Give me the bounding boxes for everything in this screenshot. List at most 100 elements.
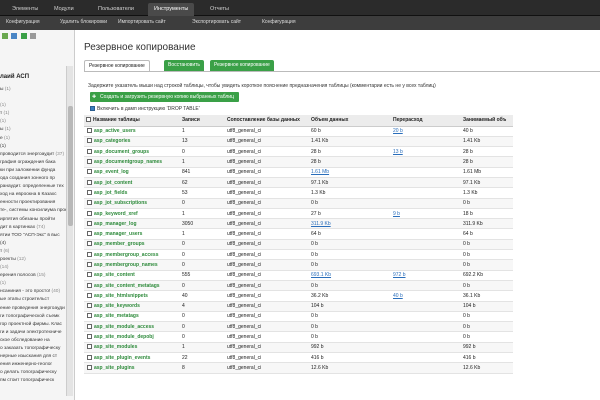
table-name-cell[interactable]: asp_site_modules xyxy=(84,342,180,354)
table-name-cell[interactable]: asp_site_module_depobj xyxy=(84,331,180,343)
table-name-cell[interactable]: asp_membergroup_names xyxy=(84,259,180,271)
tab-elements[interactable]: Элементы xyxy=(6,3,44,16)
sub-import-site[interactable]: Импортировать сайт xyxy=(118,19,166,25)
tree-item[interactable]: дит в картинках (74) xyxy=(0,224,68,232)
tree-item[interactable]: енности проектирования xyxy=(0,199,68,207)
row-checkbox[interactable] xyxy=(87,220,92,226)
table-row[interactable]: asp_site_metatags 0 utf8_general_ci 0 b0 b xyxy=(84,311,513,323)
table-row[interactable]: asp_member_groups 0 utf8_general_ci 0 b0 b xyxy=(84,239,513,251)
table-row[interactable]: asp_manager_users 1 utf8_general_ci 64 b 64 … xyxy=(84,228,513,240)
tree-item[interactable]: о заказать топографическу xyxy=(0,345,68,353)
table-name-cell[interactable]: asp_site_keywords xyxy=(84,301,180,312)
row-checkbox[interactable] xyxy=(87,231,92,237)
row-checkbox[interactable] xyxy=(87,189,92,195)
col-overhead[interactable]: Перерасход xyxy=(391,115,461,127)
tree-item[interactable]: нерные изыскания для ст xyxy=(0,353,68,361)
table-row[interactable]: asp_site_plugin_events 22 utf8_general_ci 4… xyxy=(84,352,513,364)
row-checkbox[interactable] xyxy=(87,272,92,278)
tree-item[interactable]: ход на евроокна в Казахс xyxy=(0,191,68,199)
collapse-icon[interactable] xyxy=(30,33,37,39)
sub-remove-locks[interactable]: Удалить блокировки xyxy=(60,19,107,25)
tree-item[interactable]: ское обследование на xyxy=(0,337,68,345)
row-checkbox[interactable] xyxy=(87,179,92,185)
col-total-size[interactable]: Занимаемый объ xyxy=(461,115,513,127)
table-name-cell[interactable]: asp_event_log xyxy=(84,167,180,178)
row-checkbox[interactable] xyxy=(87,262,92,267)
tree-item[interactable]: ирпятия обезаны пройти xyxy=(0,216,68,224)
sub-export-site[interactable]: Экспортировать сайт xyxy=(192,19,241,25)
table-row[interactable]: asp_active_users 1 utf8_general_ci 60 b 20 b… xyxy=(84,126,513,137)
sort-icon[interactable] xyxy=(20,33,27,39)
tree-root-title[interactable]: лаий АСП xyxy=(0,74,29,80)
row-checkbox[interactable] xyxy=(87,200,92,206)
tree-item[interactable]: гор проектной фирмы. Клас xyxy=(0,321,68,329)
row-checkbox[interactable] xyxy=(87,292,92,298)
tree-item[interactable]: (4) xyxy=(0,240,68,248)
sidebar-scrollbar[interactable] xyxy=(66,66,73,396)
table-row[interactable]: asp_site_module_access 0 utf8_general_ci 0 … xyxy=(84,321,513,333)
row-checkbox[interactable] xyxy=(87,138,92,144)
tree-item[interactable]: те-, системы консилиума проектиро xyxy=(0,207,68,215)
table-row[interactable]: asp_jot_content 62 utf8_general_ci 97.1 Kb 9… xyxy=(84,177,513,189)
table-row[interactable]: asp_categories 13 utf8_general_ci 1.41 Kb 1.… xyxy=(84,136,513,148)
table-row[interactable]: asp_jot_fields 53 utf8_general_ci 1.3 Kb 1.3… xyxy=(84,187,513,199)
tree-item[interactable] xyxy=(0,94,68,102)
table-row[interactable]: asp_site_modules 1 utf8_general_ci 992 b 992… xyxy=(84,342,513,354)
drop-table-option[interactable]: Включить в дамп инструкцию 'DROP TABLE' xyxy=(90,106,200,112)
table-name-cell[interactable]: asp_keyword_xref xyxy=(84,208,180,220)
row-checkbox[interactable] xyxy=(87,364,92,370)
tree-item[interactable]: ы (1) xyxy=(0,86,68,94)
tree-item[interactable]: ые этапы строительст xyxy=(0,296,68,304)
row-checkbox[interactable] xyxy=(87,323,92,329)
row-checkbox[interactable] xyxy=(87,303,92,309)
tree-item[interactable]: (1) xyxy=(0,102,68,110)
tab-backup[interactable]: Резервное копирование xyxy=(84,60,150,71)
tree-item[interactable]: роекты (12) xyxy=(0,256,68,264)
row-checkbox[interactable] xyxy=(87,313,92,319)
tree-item[interactable]: нсаниния - это просто! (40) xyxy=(0,288,68,296)
row-checkbox[interactable] xyxy=(87,210,92,216)
tab-tools[interactable]: Инструменты xyxy=(148,3,195,16)
tree-item[interactable]: (1) xyxy=(0,143,68,151)
table-row[interactable]: asp_manager_log 3050 utf8_general_ci 311.9 … xyxy=(84,218,513,230)
tree-item[interactable]: (1) xyxy=(0,118,68,126)
table-name-cell[interactable]: asp_manager_users xyxy=(84,228,180,240)
row-checkbox[interactable] xyxy=(87,251,92,257)
table-name-cell[interactable]: asp_membergroup_access xyxy=(84,249,180,261)
tree-item[interactable]: ы (1) xyxy=(0,126,68,134)
tree-item[interactable]: ги и задачи электротехниче xyxy=(0,329,68,337)
col-data-size[interactable]: Объем данных xyxy=(309,115,391,127)
tree-item[interactable]: ение проведения энергоауди xyxy=(0,305,68,313)
tree-item[interactable]: т (6) xyxy=(0,248,68,256)
row-checkbox[interactable] xyxy=(87,354,92,360)
table-row[interactable]: asp_site_keywords 4 utf8_general_ci 104 b 10… xyxy=(84,301,513,312)
table-name-cell[interactable]: asp_site_plugins xyxy=(84,362,180,374)
expand-icon[interactable] xyxy=(2,33,8,39)
tab-modules[interactable]: Модули xyxy=(48,3,80,16)
table-name-cell[interactable]: asp_member_groups xyxy=(84,239,180,251)
table-row[interactable]: asp_site_content 555 utf8_general_ci 693.1 … xyxy=(84,270,513,281)
table-name-cell[interactable]: asp_document_groups xyxy=(84,146,180,158)
table-name-cell[interactable]: asp_jot_content xyxy=(84,177,180,189)
tree-item[interactable]: графия ограждения бака xyxy=(0,159,68,167)
tree-item[interactable]: ятии ТОО "АСП-Экс" в выс xyxy=(0,232,68,240)
table-name-cell[interactable]: asp_active_users xyxy=(84,126,180,137)
tree-item[interactable]: о делать топографическу xyxy=(0,369,68,377)
tree-item[interactable]: е (1) xyxy=(0,135,68,143)
table-name-cell[interactable]: asp_categories xyxy=(84,136,180,148)
sub-configuration[interactable]: Конфигурация xyxy=(262,19,296,25)
tab-reports[interactable]: Отчеты xyxy=(204,3,235,16)
sub-config[interactable]: Конфигурация xyxy=(6,19,40,25)
tree-item[interactable]: ранаудит. определенные тех xyxy=(0,183,68,191)
table-name-cell[interactable]: asp_manager_log xyxy=(84,218,180,230)
tree-item[interactable]: ения инженерно-геолог xyxy=(0,361,68,369)
tree-item[interactable]: ги топографической съемк xyxy=(0,313,68,321)
row-checkbox[interactable] xyxy=(87,344,92,350)
table-name-cell[interactable]: asp_site_htmlsnippets xyxy=(84,290,180,302)
tab-restore[interactable]: Восстановить xyxy=(164,60,205,71)
table-row[interactable]: asp_membergroup_names 0 utf8_general_ci 0 b… xyxy=(84,259,513,271)
tree-item[interactable]: ода создания зонного пр xyxy=(0,175,68,183)
table-row[interactable]: asp_site_module_depobj 0 utf8_general_ci 0 … xyxy=(84,331,513,343)
col-records[interactable]: Записи xyxy=(180,115,225,127)
tree-item[interactable]: проводится энергоаудит (37) xyxy=(0,151,68,159)
